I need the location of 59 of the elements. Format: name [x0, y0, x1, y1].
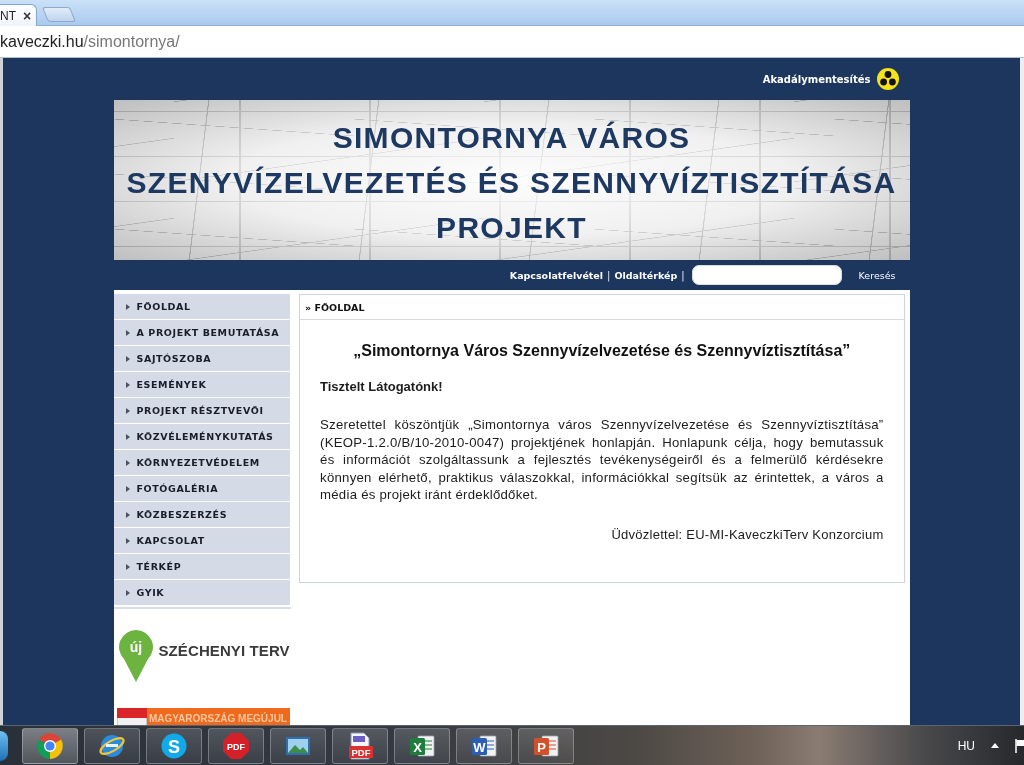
breadcrumb-text: » FŐOLDAL — [305, 301, 365, 313]
page-title: „Simontornya Város Szennyvízelvezetése és Szennyvíztisztítása” — [352, 341, 852, 361]
close-button[interactable]: × — [23, 8, 32, 23]
separator-text: | — [680, 269, 686, 281]
s-logo-icon: S — [160, 731, 188, 760]
separator-text: | — [606, 269, 612, 281]
caret-icon — [125, 563, 130, 570]
taskbar-button[interactable] — [270, 727, 326, 764]
taskbar-button[interactable]: PDF — [332, 727, 388, 764]
start-button[interactable] — [0, 730, 8, 761]
caret-icon — [125, 511, 130, 518]
caret-icon — [125, 329, 130, 336]
menu-item[interactable]: KÖZBESZERZÉS — [113, 502, 290, 527]
taskbar-button[interactable] — [22, 727, 78, 764]
menu-item[interactable]: KÖRNYEZETVÉDELEM — [113, 450, 290, 475]
greeting-text: Tisztelt Látogatónk! — [320, 378, 444, 396]
header-link[interactable]: Kapcsolatfelvétel — [509, 269, 604, 281]
caret-icon — [125, 459, 130, 466]
menu-item[interactable]: FOTÓGALÉRIA — [113, 476, 290, 501]
menu-item[interactable]: KAPCSOLAT — [113, 528, 290, 553]
signature-text: Üdvözlettel: EU-MI-KaveczkiTerv Konzorcium — [610, 525, 884, 544]
flag-icon[interactable] — [1015, 738, 1024, 753]
taskbar-button[interactable] — [84, 727, 140, 764]
language-indicator[interactable]: HU — [957, 738, 975, 753]
taskbar-button[interactable]: W — [456, 727, 512, 764]
caret-icon — [125, 381, 130, 388]
address-field[interactable]: kaveczki.hu/simontornya/ — [0, 26, 1024, 57]
menu-item[interactable]: TÉRKÉP — [113, 554, 290, 579]
menu-item[interactable]: A PROJEKT BEMUTATÁSA — [113, 320, 290, 345]
caret-icon — [125, 407, 130, 414]
caret-icon — [125, 433, 130, 440]
menu-item[interactable]: KÖZVÉLEMÉNYKUTATÁS — [113, 424, 290, 449]
ring-logo-icon — [36, 731, 64, 760]
intro-paragraph: Szeretettel köszöntjük „Simontornya város Szennyvízelvezetése és Szennyvíztisztítása” (KEOP-1.2.0/B/10-2010-0047) projektjének honlapján. Honlapunk célja, hogy bemutassuk és információt szolgáltassunk a fejlesztés tevékenységeiről és a felmerülő kérdésekre könnyen elérhető, praktikus válaszokkal, információkkal segítsük az érintettek, a város a média és projekt iránt érdeklődőket. — [320, 416, 884, 504]
taskbar-button[interactable]: X — [394, 727, 450, 764]
banner-title: SIMONTORNYA VÁROS SZENYVÍZELVEZETÉS ÉS SZENNYVÍZTISZTÍTÁSA PROJEKT — [126, 120, 897, 246]
browser-tab[interactable]: NT × — [0, 4, 38, 26]
caret-icon — [125, 589, 130, 596]
caret-icon — [125, 485, 130, 492]
header-link[interactable]: Oldaltérkép — [614, 269, 678, 281]
taskbar-button[interactable]: PDF — [208, 727, 264, 764]
accessibility-link[interactable]: Akadálymentesítés — [762, 73, 871, 85]
menu-item[interactable]: FŐOLDAL — [113, 294, 290, 319]
caret-icon — [125, 537, 130, 544]
menu-item[interactable]: PROJEKT RÉSZTVEVŐI — [113, 398, 290, 423]
menu-item[interactable]: GYIK — [113, 580, 290, 605]
taskbar-button[interactable]: P — [518, 727, 574, 764]
up-caret-icon — [991, 743, 999, 748]
menu-item[interactable]: ESEMÉNYEK — [113, 372, 290, 397]
caret-icon — [125, 355, 130, 362]
dots-circle-icon — [876, 68, 899, 90]
caret-icon — [125, 303, 130, 310]
map-pin-logo-icon: új — [117, 629, 154, 683]
logo-text: SZÉCHENYI TERV — [158, 641, 290, 659]
search-button[interactable]: Keresés — [855, 267, 899, 283]
pdf-logo-icon: PDF — [222, 731, 250, 760]
flag-icon — [116, 708, 147, 725]
search-field[interactable] — [691, 265, 842, 285]
menu-item[interactable]: SAJTÓSZOBA — [113, 346, 290, 371]
